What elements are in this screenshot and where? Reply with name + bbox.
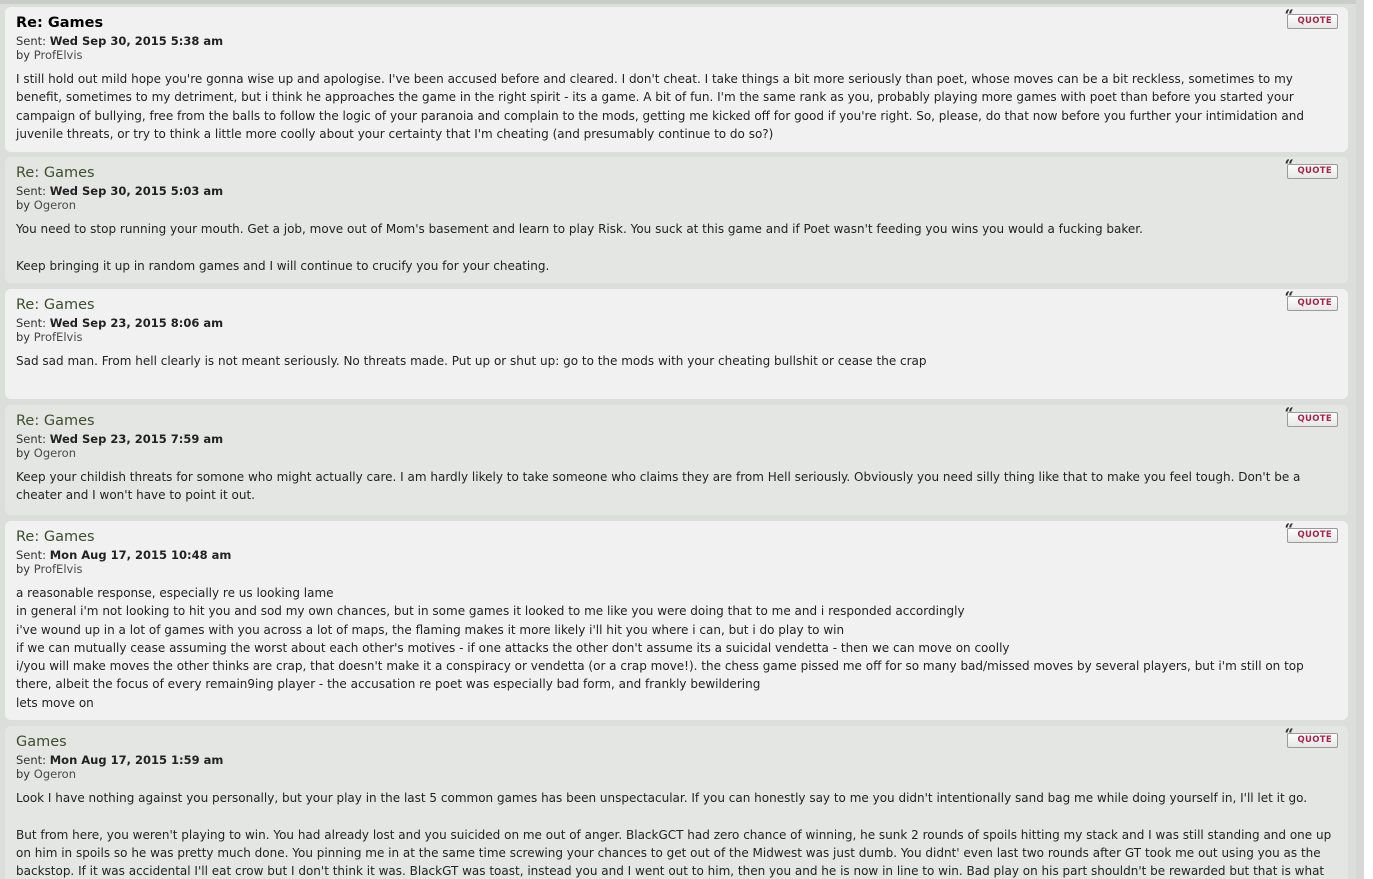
message-body-line: lets move on xyxy=(16,695,94,710)
sent-label: Sent: xyxy=(16,753,47,767)
quote-button-label: QUOTE xyxy=(1297,735,1332,745)
by-label: by xyxy=(16,446,31,460)
message-post: Re: Games Sent: Wed Sep 30, 2015 5:38 am… xyxy=(5,7,1348,152)
top-divider xyxy=(0,0,1356,4)
message-post: Re: Games Sent: Wed Sep 23, 2015 7:59 am… xyxy=(5,405,1348,515)
quote-mark-icon: “ xyxy=(1284,405,1295,423)
quote-mark-icon: “ xyxy=(1284,521,1295,539)
message-author[interactable]: Ogeron xyxy=(34,767,76,781)
message-post: Re: Games Sent: Wed Sep 30, 2015 5:03 am… xyxy=(5,157,1348,283)
quote-button[interactable]: “QUOTE xyxy=(1285,406,1338,427)
quote-button-label: QUOTE xyxy=(1297,298,1332,308)
message-author[interactable]: ProfElvis xyxy=(34,562,83,576)
message-subject: Re: Games xyxy=(16,529,95,545)
sent-label: Sent: xyxy=(16,432,47,446)
by-label: by xyxy=(16,48,31,62)
by-label: by xyxy=(16,562,31,576)
message-date: Mon Aug 17, 2015 1:59 am xyxy=(49,753,224,767)
message-body-line: Keep bringing it up in random games and … xyxy=(16,258,550,273)
message-body-blank-line xyxy=(16,238,1338,256)
message-date: Wed Sep 30, 2015 5:03 am xyxy=(49,184,224,198)
quote-button[interactable]: “QUOTE xyxy=(1285,522,1338,543)
quote-button[interactable]: “QUOTE xyxy=(1285,290,1338,311)
message-body: Look I have nothing against you personal… xyxy=(16,789,1338,879)
message-post: Re: Games Sent: Mon Aug 17, 2015 10:48 a… xyxy=(5,521,1348,720)
sent-label: Sent: xyxy=(16,548,47,562)
sent-label: Sent: xyxy=(16,316,47,330)
message-subject: Re: Games xyxy=(16,297,95,313)
message-date: Wed Sep 30, 2015 5:38 am xyxy=(49,34,224,48)
by-label: by xyxy=(16,330,31,344)
by-label: by xyxy=(16,767,31,781)
quote-button[interactable]: “QUOTE xyxy=(1285,8,1338,29)
message-subject: Games xyxy=(16,734,67,750)
message-list-panel: Re: Games Sent: Wed Sep 30, 2015 5:38 am… xyxy=(0,0,1364,879)
quote-button[interactable]: “QUOTE xyxy=(1285,158,1338,179)
quote-mark-icon: “ xyxy=(1284,726,1295,744)
message-body: a reasonable response, especially re us … xyxy=(16,584,1338,712)
message-body-line: i've wound up in a lot of games with you… xyxy=(16,622,845,637)
message-sent-line: Sent: Wed Sep 30, 2015 5:03 am xyxy=(16,184,1338,198)
message-by-line: by Ogeron xyxy=(16,767,1338,781)
scrollbar-track[interactable] xyxy=(1356,0,1364,879)
message-body-line: Look I have nothing against you personal… xyxy=(16,791,1308,805)
message-body-line: if we can mutually cease assuming the wo… xyxy=(16,640,1010,655)
message-subject: Re: Games xyxy=(16,15,104,31)
quote-button-label: QUOTE xyxy=(1297,414,1332,424)
message-body-line: a reasonable response, especially re us … xyxy=(16,586,334,600)
message-subject: Re: Games xyxy=(16,413,95,429)
message-body-line: But from here, you weren't playing to wi… xyxy=(16,827,1332,879)
quote-button-label: QUOTE xyxy=(1297,530,1332,540)
quote-button-label: QUOTE xyxy=(1297,166,1332,176)
message-sent-line: Sent: Wed Sep 23, 2015 7:59 am xyxy=(16,432,1338,446)
message-body: You need to stop running your mouth. Get… xyxy=(16,220,1338,275)
message-date: Wed Sep 23, 2015 7:59 am xyxy=(49,432,224,446)
quote-button[interactable]: “QUOTE xyxy=(1285,727,1338,748)
message-by-line: by Ogeron xyxy=(16,446,1338,460)
message-post: Re: Games Sent: Wed Sep 23, 2015 8:06 am… xyxy=(5,289,1348,399)
message-sent-line: Sent: Wed Sep 30, 2015 5:38 am xyxy=(16,34,1338,48)
message-sent-line: Sent: Mon Aug 17, 2015 10:48 am xyxy=(16,548,1338,562)
message-date: Mon Aug 17, 2015 10:48 am xyxy=(49,548,232,562)
message-author[interactable]: Ogeron xyxy=(34,198,76,212)
message-by-line: by Ogeron xyxy=(16,198,1338,212)
message-body-blank-line xyxy=(16,807,1338,825)
message-sent-line: Sent: Wed Sep 23, 2015 8:06 am xyxy=(16,316,1338,330)
message-author[interactable]: Ogeron xyxy=(34,446,76,460)
message-body-line: You need to stop running your mouth. Get… xyxy=(16,222,1143,236)
message-by-line: by ProfElvis xyxy=(16,562,1338,576)
message-body-line: Keep your childish threats for somone wh… xyxy=(16,470,1301,503)
message-body: Keep your childish threats for somone wh… xyxy=(16,468,1338,505)
message-body-line: in general i'm not looking to hit you an… xyxy=(16,604,965,619)
message-post: Games Sent: Mon Aug 17, 2015 1:59 am by … xyxy=(5,726,1348,879)
message-date: Wed Sep 23, 2015 8:06 am xyxy=(49,316,224,330)
by-label: by xyxy=(16,198,31,212)
quote-mark-icon: “ xyxy=(1284,289,1295,307)
message-body-line: I still hold out mild hope you're gonna … xyxy=(16,72,1304,141)
message-body: I still hold out mild hope you're gonna … xyxy=(16,70,1338,143)
message-by-line: by ProfElvis xyxy=(16,330,1338,344)
quote-mark-icon: “ xyxy=(1284,7,1295,25)
message-by-line: by ProfElvis xyxy=(16,48,1338,62)
message-author[interactable]: ProfElvis xyxy=(34,330,83,344)
quote-mark-icon: “ xyxy=(1284,157,1295,175)
message-body: Sad sad man. From hell clearly is not me… xyxy=(16,352,1338,370)
message-author[interactable]: ProfElvis xyxy=(34,48,83,62)
message-subject: Re: Games xyxy=(16,165,95,181)
quote-button-label: QUOTE xyxy=(1297,16,1332,26)
sent-label: Sent: xyxy=(16,184,47,198)
sent-label: Sent: xyxy=(16,34,47,48)
message-body-line: Sad sad man. From hell clearly is not me… xyxy=(16,354,927,368)
message-sent-line: Sent: Mon Aug 17, 2015 1:59 am xyxy=(16,753,1338,767)
message-body-line: i/you will make moves the other thinks a… xyxy=(16,659,1304,692)
